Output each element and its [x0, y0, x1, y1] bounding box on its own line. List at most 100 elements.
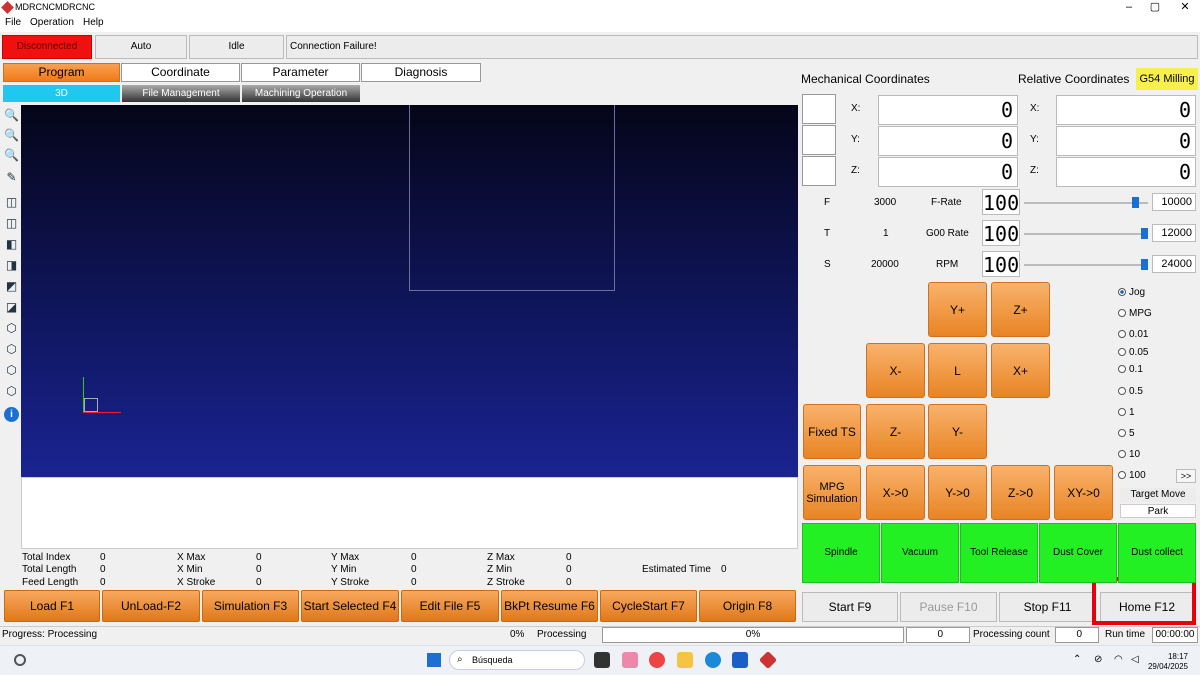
- simulation-button[interactable]: Simulation F3: [202, 590, 299, 622]
- tab-diagnosis[interactable]: Diagnosis: [361, 63, 481, 82]
- mpg-simulation-button[interactable]: MPG Simulation: [803, 465, 861, 520]
- copilot-icon[interactable]: [622, 652, 638, 668]
- close-button[interactable]: ✕: [1172, 0, 1198, 16]
- zoom-in-icon[interactable]: 🔍: [4, 108, 19, 123]
- menu-operation[interactable]: Operation: [30, 17, 74, 28]
- 3d-view[interactable]: [21, 105, 798, 477]
- clock-time[interactable]: 18:17: [1148, 652, 1188, 661]
- windows-start-icon[interactable]: [427, 653, 441, 667]
- jog-z-minus-button[interactable]: Z-: [866, 404, 925, 459]
- view-back-icon[interactable]: ◫: [4, 216, 19, 231]
- clock-date[interactable]: 29/04/2025: [1144, 662, 1188, 671]
- minimize-button[interactable]: –: [1116, 0, 1142, 16]
- fixed-ts-button[interactable]: Fixed TS: [803, 404, 861, 459]
- y-zero-button[interactable]: Y->0: [928, 465, 987, 520]
- jog-z-plus-button[interactable]: Z+: [991, 282, 1050, 337]
- edit-file-button[interactable]: Edit File F5: [401, 590, 499, 622]
- origin-button[interactable]: Origin F8: [699, 590, 796, 622]
- rpm-override[interactable]: 100: [982, 251, 1020, 277]
- step-radio-10[interactable]: 10: [1118, 449, 1140, 460]
- rpm-slider[interactable]: [1024, 264, 1148, 266]
- wifi-icon[interactable]: ◠: [1114, 654, 1123, 665]
- dust-collect-button[interactable]: Dust collect: [1118, 523, 1196, 583]
- xy-zero-button[interactable]: XY->0: [1054, 465, 1113, 520]
- menu-file[interactable]: File: [5, 17, 21, 28]
- g00-slider-thumb[interactable]: [1141, 228, 1148, 239]
- jog-x-minus-button[interactable]: X-: [866, 343, 925, 398]
- jog-x-plus-button[interactable]: X+: [991, 343, 1050, 398]
- chrome-icon[interactable]: [649, 652, 665, 668]
- view-iso2-icon[interactable]: ⬡: [4, 342, 19, 357]
- edge-icon[interactable]: [705, 652, 721, 668]
- gcode-editor[interactable]: [21, 477, 798, 549]
- view-front-icon[interactable]: ◫: [4, 195, 19, 210]
- dust-cover-button[interactable]: Dust Cover: [1039, 523, 1117, 583]
- tab-program[interactable]: Program: [3, 63, 120, 82]
- tool-release-button[interactable]: Tool Release: [960, 523, 1038, 583]
- x-zero-button[interactable]: X->0: [866, 465, 925, 520]
- step-radio-0.05[interactable]: 0.05: [1118, 347, 1148, 358]
- step-radio-0.1[interactable]: 0.1: [1118, 364, 1143, 375]
- load-button[interactable]: Load F1: [4, 590, 100, 622]
- widgets-icon[interactable]: [14, 654, 26, 666]
- view-iso-icon[interactable]: ⬡: [4, 321, 19, 336]
- g00-slider[interactable]: [1024, 233, 1148, 235]
- feed-slider-thumb[interactable]: [1131, 197, 1139, 208]
- g00-max[interactable]: 12000: [1152, 224, 1196, 242]
- pause-button[interactable]: Pause F10: [900, 592, 997, 622]
- zoom-fit-icon[interactable]: 🔍: [4, 148, 19, 163]
- rpm-slider-thumb[interactable]: [1141, 259, 1148, 270]
- jog-y-minus-button[interactable]: Y-: [928, 404, 987, 459]
- view-bottom-icon[interactable]: ◪: [4, 300, 19, 315]
- g00-override[interactable]: 100: [982, 220, 1020, 246]
- subtab-3d[interactable]: 3D: [3, 85, 120, 102]
- volume-icon[interactable]: ◁: [1131, 654, 1139, 665]
- file-explorer-icon[interactable]: [677, 652, 693, 668]
- view-right-icon[interactable]: ◨: [4, 258, 19, 273]
- bkpt-resume-button[interactable]: BkPt Resume F6: [501, 590, 598, 622]
- jog-mode-radio[interactable]: Jog: [1118, 287, 1145, 298]
- taskbar-search[interactable]: ⌕ Búsqueda: [449, 650, 585, 670]
- tray-chevron-icon[interactable]: ⌃: [1073, 654, 1081, 665]
- maximize-button[interactable]: ▢: [1142, 0, 1168, 16]
- step-radio-0.5[interactable]: 0.5: [1118, 386, 1143, 397]
- view-iso4-icon[interactable]: ⬡: [4, 384, 19, 399]
- target-move-button[interactable]: Target Move: [1120, 488, 1196, 502]
- spindle-button[interactable]: Spindle: [802, 523, 880, 583]
- step-radio-5[interactable]: 5: [1118, 428, 1135, 439]
- zoom-out-icon[interactable]: 🔍: [4, 128, 19, 143]
- feed-slider[interactable]: [1024, 202, 1148, 204]
- subtab-file-management[interactable]: File Management: [122, 85, 240, 102]
- clear-brush-icon[interactable]: ✎: [4, 170, 19, 185]
- mpg-mode-radio[interactable]: MPG: [1118, 308, 1152, 319]
- feed-override[interactable]: 100: [982, 189, 1020, 215]
- jog-l-button[interactable]: L: [928, 343, 987, 398]
- step-radio-100[interactable]: 100: [1118, 470, 1146, 481]
- unload-button[interactable]: UnLoad-F2: [102, 590, 200, 622]
- cyclestart-button[interactable]: CycleStart F7: [600, 590, 697, 622]
- feed-max[interactable]: 10000: [1152, 193, 1196, 211]
- rpm-max[interactable]: 24000: [1152, 255, 1196, 273]
- start-button[interactable]: Start F9: [802, 592, 898, 622]
- view-left-icon[interactable]: ◧: [4, 237, 19, 252]
- network-icon[interactable]: ⊘: [1094, 654, 1102, 665]
- subtab-machining-operation[interactable]: Machining Operation: [242, 85, 360, 102]
- task-view-icon[interactable]: [594, 652, 610, 668]
- step-radio-1[interactable]: 1: [1118, 407, 1135, 418]
- tab-parameter[interactable]: Parameter: [241, 63, 360, 82]
- tab-coordinate[interactable]: Coordinate: [121, 63, 240, 82]
- z-zero-button[interactable]: Z->0: [991, 465, 1050, 520]
- stop-button[interactable]: Stop F11: [999, 592, 1096, 622]
- wcs-label[interactable]: G54 Milling: [1136, 68, 1198, 90]
- home-button[interactable]: Home F12: [1100, 592, 1194, 622]
- jog-y-plus-button[interactable]: Y+: [928, 282, 987, 337]
- park-button[interactable]: Park: [1120, 504, 1196, 518]
- start-selected-button[interactable]: Start Selected F4: [301, 590, 399, 622]
- menu-help[interactable]: Help: [83, 17, 104, 28]
- view-top-icon[interactable]: ◩: [4, 279, 19, 294]
- info-icon[interactable]: i: [4, 407, 19, 422]
- step-radio-0.01[interactable]: 0.01: [1118, 329, 1148, 340]
- vacuum-button[interactable]: Vacuum: [881, 523, 959, 583]
- more-button[interactable]: >>: [1176, 469, 1196, 483]
- store-icon[interactable]: [732, 652, 748, 668]
